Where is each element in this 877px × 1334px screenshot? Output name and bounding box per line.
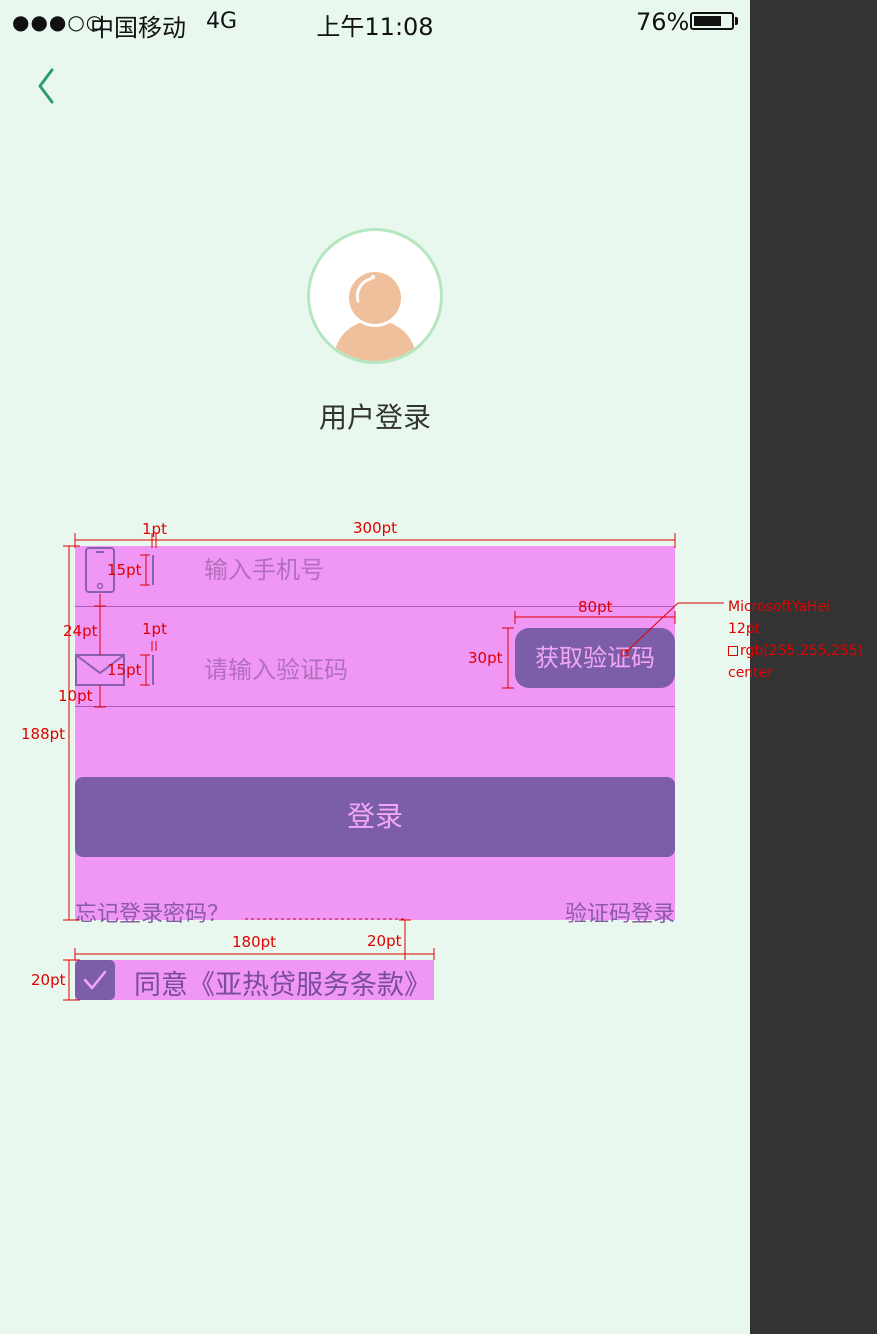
- checkmark-icon: [83, 970, 107, 990]
- battery-percent: 76%: [636, 8, 690, 36]
- forgot-password-link[interactable]: 忘记登录密码？: [75, 896, 229, 928]
- font-spec-font: MicrosoftYaHei: [728, 599, 830, 615]
- dim-label-24pt: 24pt: [63, 622, 98, 640]
- divider: [75, 706, 675, 707]
- dim-label-180pt: 180pt: [232, 933, 277, 951]
- phone-input[interactable]: [204, 554, 504, 586]
- battery-icon: [690, 12, 734, 30]
- dim-label-30pt: 30pt: [468, 649, 503, 667]
- dim-label-1pt: 1pt: [142, 520, 167, 538]
- dim-label-20pt: 20pt: [31, 971, 66, 989]
- color-swatch-icon: [728, 646, 738, 656]
- font-spec-color: rgb(255,255,255): [728, 640, 863, 662]
- font-spec-size: 12pt: [728, 621, 761, 637]
- agreement-terms-link[interactable]: 同意《亚热贷服务条款》: [134, 963, 431, 1002]
- chevron-left-icon[interactable]: [30, 66, 66, 106]
- dim-label-15pt: 15pt: [107, 561, 142, 579]
- dim-label-1pt: 1pt: [142, 620, 167, 638]
- dim-label-15pt: 15pt: [107, 661, 142, 679]
- dim-label-188pt: 188pt: [21, 725, 66, 743]
- agreement-checkbox[interactable]: [75, 960, 115, 1000]
- dim-label-80pt: 80pt: [578, 598, 613, 616]
- font-spec-align: center: [728, 665, 774, 681]
- font-spec-annotation: MicrosoftYaHei 12pt rgb(255,255,255) cen…: [728, 596, 863, 684]
- dim-label-10pt: 10pt: [58, 687, 93, 705]
- login-button[interactable]: 登录: [75, 777, 675, 857]
- user-avatar-icon: [307, 228, 443, 364]
- code-field-separator: [152, 655, 154, 685]
- phone-field-separator: [152, 555, 154, 585]
- page-title: 用户登录: [318, 401, 431, 434]
- font-spec-color-value: rgb(255,255,255): [740, 643, 864, 659]
- status-bar: ●●●○○ 中国移动 4G 上午11:08 76%: [0, 0, 750, 44]
- get-code-button[interactable]: 获取验证码: [515, 628, 675, 688]
- dim-label-20pt: 20pt: [367, 932, 402, 950]
- battery-tip: [735, 17, 738, 25]
- dim-label-300pt: 300pt: [353, 519, 398, 537]
- verification-code-input[interactable]: [204, 654, 494, 686]
- code-login-link[interactable]: 验证码登录: [565, 896, 675, 928]
